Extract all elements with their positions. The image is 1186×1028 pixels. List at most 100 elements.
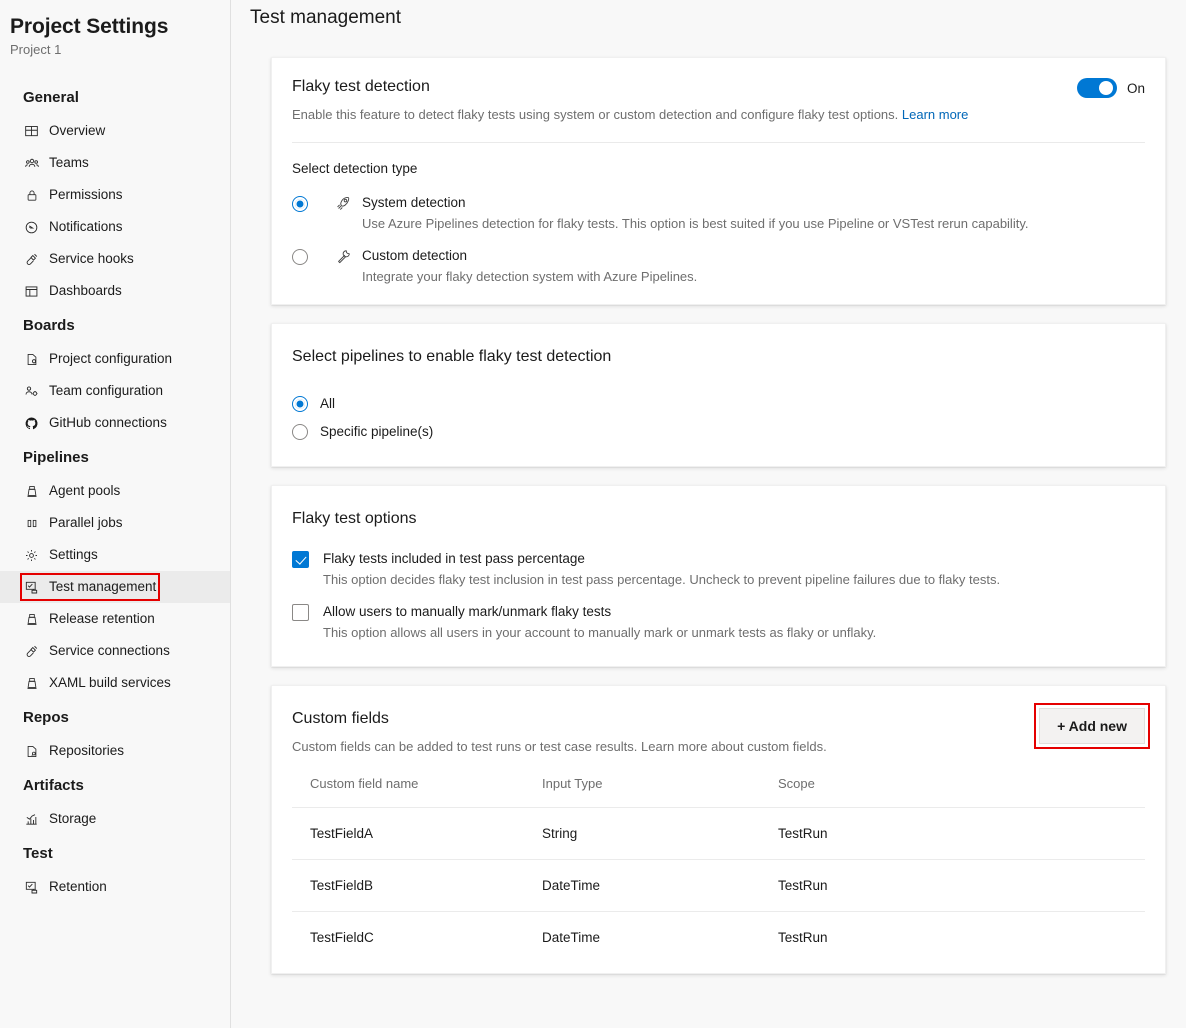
sidebar-item-label: Overview xyxy=(49,124,105,138)
custom-fields-table-body: TestFieldAStringTestRunTestFieldBDateTim… xyxy=(292,808,1145,964)
include-flaky-description: This option decides flaky test inclusion… xyxy=(323,571,1145,589)
option-allow-manual-mark[interactable]: Allow users to manually mark/unmark flak… xyxy=(292,603,1145,642)
sidebar-item-label: Storage xyxy=(49,812,96,826)
sidebar-item-teams[interactable]: Teams xyxy=(0,147,230,179)
flaky-test-detection-card: Flaky test detection Enable this feature… xyxy=(271,57,1166,305)
repository-icon xyxy=(23,743,40,760)
sidebar-item-test-management[interactable]: Test management xyxy=(0,571,230,603)
test-retention-icon xyxy=(23,879,40,896)
flaky-detection-description: Enable this feature to detect flaky test… xyxy=(292,106,1077,124)
checkbox-include-flaky-in-pass-pct[interactable] xyxy=(292,551,309,568)
lock-icon xyxy=(23,187,40,204)
sidebar-item-repositories[interactable]: Repositories xyxy=(0,735,230,767)
sidebar-item-label: Retention xyxy=(49,880,107,894)
teams-people-icon xyxy=(23,155,40,172)
custom-detection-description: Integrate your flaky detection system wi… xyxy=(362,268,1145,286)
flaky-options-checkbox-group: Flaky tests included in test pass percen… xyxy=(292,550,1145,642)
sidebar-item-release-retention[interactable]: Release retention xyxy=(0,603,230,635)
column-header-name: Custom field name xyxy=(292,776,524,808)
sidebar-item-label: Project configuration xyxy=(49,352,172,366)
sidebar-item-label: Service hooks xyxy=(49,252,134,266)
sidebar-item-permissions[interactable]: Permissions xyxy=(0,179,230,211)
flaky-detection-description-text: Enable this feature to detect flaky test… xyxy=(292,107,898,122)
table-row[interactable]: TestFieldBDateTimeTestRun xyxy=(292,860,1145,912)
sidebar-group-boards: Boards xyxy=(0,307,230,343)
xaml-build-icon xyxy=(23,675,40,692)
sidebar-item-retention[interactable]: Retention xyxy=(0,871,230,903)
sidebar-item-xaml-build-services[interactable]: XAML build services xyxy=(0,667,230,699)
custom-field-scope: TestRun xyxy=(760,912,1145,964)
detection-option-system[interactable]: System detection Use Azure Pipelines det… xyxy=(292,194,1145,233)
parallel-jobs-icon xyxy=(23,515,40,532)
add-new-button[interactable]: + Add new xyxy=(1039,708,1145,744)
detection-type-radio-group: System detection Use Azure Pipelines det… xyxy=(292,194,1145,286)
learn-more-link[interactable]: Learn more xyxy=(902,107,968,122)
system-detection-description: Use Azure Pipelines detection for flaky … xyxy=(362,215,1145,233)
sidebar-group-general: General xyxy=(0,79,230,115)
sidebar-item-service-connections[interactable]: Service connections xyxy=(0,635,230,667)
sidebar-nav: General Overview Teams Permissions Notificat… xyxy=(0,79,230,903)
radio-specific-pipelines[interactable] xyxy=(292,424,308,440)
detection-option-custom[interactable]: Custom detection Integrate your flaky de… xyxy=(292,247,1145,286)
pipelines-option-specific[interactable]: Specific pipeline(s) xyxy=(292,422,1145,440)
project-config-icon xyxy=(23,351,40,368)
gear-icon xyxy=(23,547,40,564)
main-content: Test management Flaky test detection Ena… xyxy=(231,0,1186,1028)
flaky-test-options-card: Flaky test options Flaky tests included … xyxy=(271,485,1166,667)
sidebar-item-agent-pools[interactable]: Agent pools xyxy=(0,475,230,507)
sidebar-group-test: Test xyxy=(0,835,230,871)
flaky-options-title: Flaky test options xyxy=(292,508,1145,530)
project-settings-title: Project Settings xyxy=(0,10,230,39)
custom-field-type: String xyxy=(524,808,760,860)
sidebar-item-overview[interactable]: Overview xyxy=(0,115,230,147)
sidebar-item-settings[interactable]: Settings xyxy=(0,539,230,571)
table-header-row: Custom field name Input Type Scope xyxy=(292,776,1145,808)
sidebar-item-label: Agent pools xyxy=(49,484,120,498)
select-pipelines-title: Select pipelines to enable flaky test de… xyxy=(292,346,1145,368)
cards-container: Flaky test detection Enable this feature… xyxy=(231,57,1186,974)
pipelines-radio-group: All Specific pipeline(s) xyxy=(292,394,1145,440)
sidebar-item-label: Dashboards xyxy=(49,284,122,298)
radio-custom-detection[interactable] xyxy=(292,249,308,265)
custom-field-name: TestFieldB xyxy=(292,860,524,912)
team-config-icon xyxy=(23,383,40,400)
checkbox-allow-manual-mark[interactable] xyxy=(292,604,309,621)
notification-bell-icon xyxy=(23,219,40,236)
table-row[interactable]: TestFieldCDateTimeTestRun xyxy=(292,912,1145,964)
option-include-flaky-in-pass-pct[interactable]: Flaky tests included in test pass percen… xyxy=(292,550,1145,589)
sidebar-item-storage[interactable]: Storage xyxy=(0,803,230,835)
custom-field-name: TestFieldC xyxy=(292,912,524,964)
add-new-button-wrap: + Add new xyxy=(1039,708,1145,744)
sidebar-item-label: Parallel jobs xyxy=(49,516,123,530)
flaky-detection-toggle[interactable] xyxy=(1077,78,1117,98)
radio-all-pipelines[interactable] xyxy=(292,396,308,412)
sidebar-item-github-connections[interactable]: GitHub connections xyxy=(0,407,230,439)
page-title: Test management xyxy=(231,0,1186,29)
pipelines-option-all[interactable]: All xyxy=(292,394,1145,412)
flaky-detection-title: Flaky test detection xyxy=(292,76,1077,98)
sidebar-item-label: Repositories xyxy=(49,744,124,758)
sidebar-group-artifacts: Artifacts xyxy=(0,767,230,803)
sidebar-item-label: Settings xyxy=(49,548,98,562)
all-pipelines-label: All xyxy=(320,396,335,411)
radio-system-detection[interactable] xyxy=(292,196,308,212)
sidebar-item-notifications[interactable]: Notifications xyxy=(0,211,230,243)
custom-field-type: DateTime xyxy=(524,912,760,964)
sidebar-item-parallel-jobs[interactable]: Parallel jobs xyxy=(0,507,230,539)
rocket-icon xyxy=(334,194,352,212)
sidebar-item-team-configuration[interactable]: Team configuration xyxy=(0,375,230,407)
sidebar-item-service-hooks[interactable]: Service hooks xyxy=(0,243,230,275)
overview-grid-icon xyxy=(23,123,40,140)
agent-pool-icon xyxy=(23,483,40,500)
sidebar-item-label: Test management xyxy=(49,580,156,594)
include-flaky-label: Flaky tests included in test pass percen… xyxy=(323,550,1145,568)
custom-field-scope: TestRun xyxy=(760,808,1145,860)
sidebar-item-label: Permissions xyxy=(49,188,123,202)
sidebar-item-project-configuration[interactable]: Project configuration xyxy=(0,343,230,375)
table-row[interactable]: TestFieldAStringTestRun xyxy=(292,808,1145,860)
dashboard-icon xyxy=(23,283,40,300)
custom-fields-title: Custom fields xyxy=(292,708,1039,730)
select-pipelines-card: Select pipelines to enable flaky test de… xyxy=(271,323,1166,467)
sidebar-item-dashboards[interactable]: Dashboards xyxy=(0,275,230,307)
allow-manual-mark-label: Allow users to manually mark/unmark flak… xyxy=(323,603,1145,621)
